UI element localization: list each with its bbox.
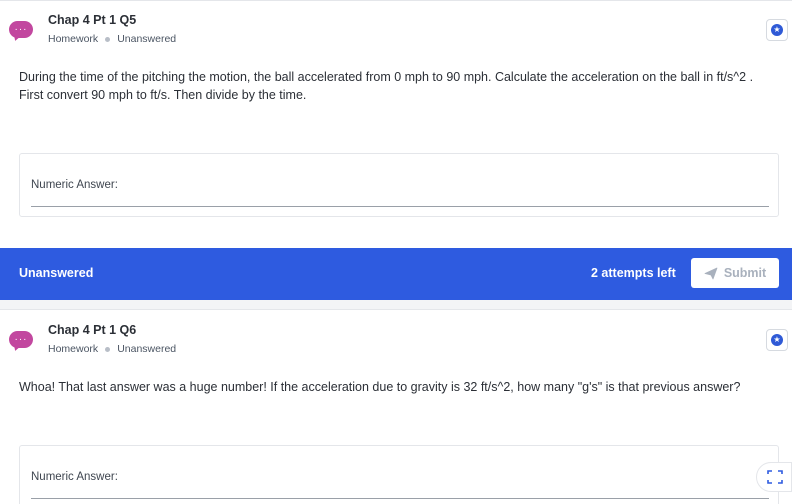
- question-text: Whoa! That last answer was a huge number…: [19, 380, 741, 394]
- question-status: Unanswered: [117, 33, 177, 45]
- star-icon: ★: [771, 24, 783, 36]
- star-icon: ★: [771, 334, 783, 346]
- question-status: Unanswered: [117, 343, 177, 355]
- submission-bar: Unanswered 2 attempts left Submit: [0, 248, 792, 300]
- submit-label: Submit: [723, 266, 767, 280]
- submit-button[interactable]: Submit: [691, 258, 779, 288]
- numeric-answer-input[interactable]: [31, 498, 769, 499]
- chat-bubble-icon: ···: [9, 21, 33, 38]
- numeric-answer-input[interactable]: [31, 206, 769, 207]
- section-separator: [0, 300, 792, 310]
- question-meta: Homework Unanswered: [48, 33, 176, 45]
- numeric-answer-box: Numeric Answer:: [19, 153, 779, 217]
- page: ··· Chap 4 Pt 1 Q5 Homework Unanswered ★…: [0, 0, 792, 504]
- question-title: Chap 4 Pt 1 Q5: [48, 13, 137, 27]
- bookmark-button[interactable]: ★: [766, 19, 788, 41]
- numeric-answer-label: Numeric Answer:: [31, 179, 118, 191]
- meta-separator-dot: [105, 36, 111, 42]
- bookmark-button[interactable]: ★: [766, 329, 788, 351]
- send-icon: [704, 267, 718, 279]
- attempts-left: 2 attempts left: [591, 266, 676, 280]
- submission-status: Unanswered: [19, 266, 94, 280]
- question-text: During the time of the pitching the moti…: [19, 70, 754, 102]
- meta-separator-dot: [105, 346, 111, 352]
- chat-bubble-icon: ···: [9, 331, 33, 348]
- numeric-answer-box: Numeric Answer:: [19, 445, 779, 504]
- question-type: Homework: [48, 33, 99, 45]
- expand-icon: [767, 470, 783, 484]
- numeric-answer-label: Numeric Answer:: [31, 471, 118, 483]
- question-type: Homework: [48, 343, 99, 355]
- top-divider: [0, 0, 792, 1]
- question-title: Chap 4 Pt 1 Q6: [48, 323, 137, 337]
- question-meta: Homework Unanswered: [48, 343, 176, 355]
- expand-button[interactable]: [756, 462, 792, 492]
